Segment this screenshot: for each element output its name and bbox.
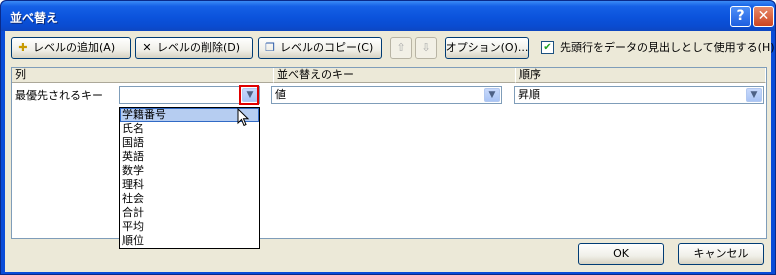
dropdown-option[interactable]: 社会	[120, 192, 259, 206]
column-dropdown-list[interactable]: 学籍番号 氏名 国語 英語 数学 理科 社会 合計 平均 順位	[119, 107, 260, 249]
dropdown-option[interactable]: 英語	[120, 150, 259, 164]
arrow-up-icon: ⇧	[396, 41, 406, 54]
dropdown-option[interactable]: 順位	[120, 234, 259, 248]
add-level-button[interactable]: ✚ レベルの追加(A)	[11, 37, 131, 59]
options-label: オプション(O)...	[445, 41, 529, 54]
order-combo-value: 昇順	[518, 88, 540, 101]
delete-level-label: レベルの削除(D)	[157, 41, 241, 54]
order-combo[interactable]: 昇順 ▼	[514, 86, 764, 104]
options-button[interactable]: オプション(O)...	[445, 37, 529, 59]
dialog-title: 並べ替え	[10, 11, 59, 25]
mouse-cursor-icon	[237, 108, 250, 127]
header-row-checkbox[interactable]: ✔	[541, 40, 554, 54]
copy-level-label: レベルのコピー(C)	[280, 41, 374, 54]
title-bar[interactable]: 並べ替え ? ✕	[1, 1, 775, 31]
copy-icon: ❐	[265, 41, 275, 54]
chevron-down-icon[interactable]: ▼	[484, 88, 500, 102]
dropdown-option[interactable]: 合計	[120, 206, 259, 220]
column-header-order: 順序	[516, 68, 766, 83]
cancel-button[interactable]: キャンセル	[678, 243, 764, 265]
ok-button[interactable]: OK	[578, 243, 664, 265]
header-row-checkbox-label[interactable]: 先頭行をデータの見出しとして使用する(H)	[560, 39, 775, 55]
column-header-sort-on: 並べ替えのキー	[274, 68, 516, 83]
sort-on-combo-value: 値	[275, 88, 286, 101]
arrow-down-icon: ⇩	[421, 41, 431, 54]
header-row-checkbox-group[interactable]: ✔ 先頭行をデータの見出しとして使用する(H)	[541, 39, 775, 55]
sort-level-label: 最優先されるキー	[15, 89, 103, 102]
chevron-down-icon[interactable]: ▼	[746, 88, 762, 102]
delete-icon: ✕	[142, 41, 152, 54]
move-down-button[interactable]: ⇩	[415, 37, 437, 59]
sort-on-combo[interactable]: 値 ▼	[271, 86, 502, 104]
add-level-icon: ✚	[18, 41, 28, 54]
help-button[interactable]: ?	[730, 6, 751, 27]
copy-level-button[interactable]: ❐ レベルのコピー(C)	[258, 37, 382, 59]
dropdown-option[interactable]: 数学	[120, 164, 259, 178]
sort-dialog: 並べ替え ? ✕ ✚ レベルの追加(A) ✕ レベルの削除(D) ❐ レベルのコ…	[0, 0, 776, 275]
column-header-column: 列	[12, 68, 274, 83]
dropdown-arrow-highlight	[239, 85, 259, 105]
dropdown-option[interactable]: 平均	[120, 220, 259, 234]
move-up-button[interactable]: ⇧	[390, 37, 412, 59]
add-level-label: レベルの追加(A)	[33, 41, 116, 54]
close-button[interactable]: ✕	[753, 6, 774, 27]
dropdown-option[interactable]: 国語	[120, 136, 259, 150]
delete-level-button[interactable]: ✕ レベルの削除(D)	[135, 37, 253, 59]
dropdown-option[interactable]: 理科	[120, 178, 259, 192]
